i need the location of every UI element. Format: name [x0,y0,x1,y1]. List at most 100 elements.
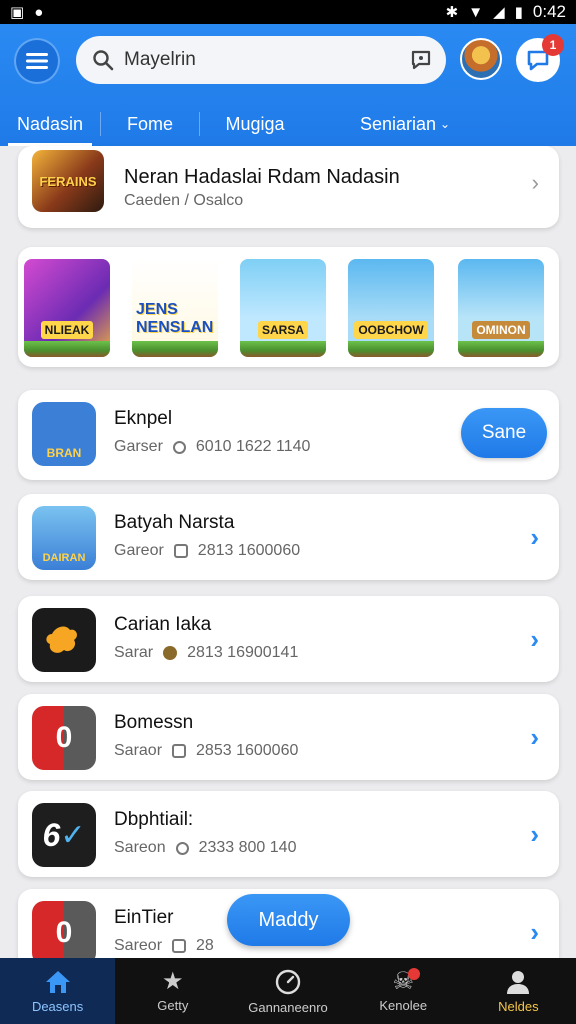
avatar[interactable] [460,38,502,80]
app-meta: Saraor 2853 1600060 [114,742,298,760]
hamburger-icon [26,53,48,69]
featured-title: Neran Hadaslai Rdam Nadasin [124,166,400,188]
bluetooth-icon: ✱ [445,3,459,21]
app-icon: DAIRAN [32,506,96,570]
app-stats: 28 [196,937,214,954]
grass-decoration [458,341,544,357]
app-stats: 2813 16900141 [187,644,299,661]
notification-dot [407,968,420,980]
tab-seniarian-label: Seniarian [359,113,436,134]
app-stats: 2813 1600060 [197,542,301,559]
nav-item-deasens[interactable]: Deasens [0,958,116,1024]
nav-label: Kenolee [379,997,428,1013]
battery-icon: ▮ [514,3,523,21]
app-meta: Garser 6010 1622 1140 [114,438,310,456]
tab-seniarian[interactable]: Seniarian ⌄ [330,102,480,146]
notification-badge: 1 [542,34,564,56]
app-icon: 0 [32,706,96,770]
search-icon [175,841,189,855]
game-thumbnail[interactable]: OMINON [458,259,544,357]
app-meta: Sareor 28 [114,937,214,955]
pin-icon: ● [34,3,44,21]
game-label: JENS NENSLAN [136,301,214,336]
tab-bar: Nadasin Fome Mugiga Seniarian ⌄ [0,102,576,146]
search-bar[interactable]: Mayelrin [76,36,446,84]
game-carousel: NLIEAK JENS NENSLAN SARSA OOBCHOW OMINON [18,247,559,367]
check-icon: ✓ [60,818,86,852]
status-time: 0:42 [532,2,566,21]
signal-icon: ◢ [493,3,505,21]
wifi-icon: ▼ [468,3,484,21]
notifications-button[interactable]: 1 [516,34,564,82]
nav-label: Getty [157,997,189,1013]
search-icon [93,50,114,71]
nav-item-kenolee[interactable]: ☠ Kenolee [346,958,461,1024]
search-icon [172,440,186,454]
chevron-right-icon[interactable]: › [530,722,539,753]
list-item[interactable]: DAIRAN Batyah Narsta Gareor 2813 1600060… [18,494,559,580]
list-item[interactable]: 0 Bomessn Saraor 2853 1600060 › [18,694,559,780]
grass-decoration [132,341,218,357]
app-header: Mayelrin 1 Nadasin Fome Mugiga Seniarian… [0,24,576,146]
tab-nadasin[interactable]: Nadasin [0,102,100,146]
chevron-right-icon[interactable]: › [530,819,539,850]
save-button[interactable]: Sane [461,408,547,458]
app-stats: 2853 1600060 [196,742,299,759]
list-item[interactable]: Carian Iaka Sarar 2813 16900141 › [18,596,559,682]
game-label: SARSA [257,321,308,339]
app-icon: 6 ✓ [32,803,96,867]
square-icon [172,939,187,953]
chat-icon[interactable] [410,49,432,71]
chevron-right-icon[interactable]: › [530,917,539,948]
bottom-nav: Deasens ★ Getty Gannaneenro ☠ Kenolee Ne… [0,958,576,1024]
app-name: Dbphtiail: [114,809,194,830]
game-thumbnail[interactable]: JENS NENSLAN [132,259,218,357]
game-thumbnail[interactable]: NLIEAK [24,259,110,357]
app-meta: Sareon 2333 800 140 [114,839,296,857]
chevron-right-icon[interactable]: › [530,522,539,553]
app-icon [32,608,96,672]
app-name: Carian Iaka [114,614,212,635]
featured-card[interactable]: FERAINS Neran Hadaslai Rdam Nadasin Caed… [18,146,559,228]
game-label: NLIEAK [40,321,94,339]
chevron-right-icon[interactable]: › [530,624,539,655]
game-label: OOBCHOW [354,321,428,339]
grass-decoration [24,341,110,357]
featured-thumbnail: FERAINS [32,150,104,212]
app-icon-glyph: 6 [42,816,61,853]
person-icon [507,970,530,994]
star-icon: ★ [162,967,184,995]
app-stats: 2333 800 140 [198,839,297,856]
floating-action-button[interactable]: Maddy [227,894,350,946]
chevron-right-icon[interactable]: › [532,170,539,196]
app-icon: BRAN [32,402,96,466]
tab-fome[interactable]: Fome [101,102,199,146]
app-icon: 0 [32,901,96,965]
chevron-down-icon: ⌄ [440,117,451,131]
app-meta: Sarar 2813 16900141 [114,644,298,662]
nav-item-getty[interactable]: ★ Getty [115,958,230,1024]
app-meta: Gareor 2813 1600060 [114,542,300,560]
nav-label: Neldes [498,998,539,1014]
tab-mugiga[interactable]: Mugiga [200,102,310,146]
app-name: EinTier [114,907,174,928]
menu-button[interactable] [14,38,60,84]
app-name: Bomessn [114,712,194,733]
list-item[interactable]: BRAN Eknpel Garser 6010 1622 1140 Sane [18,390,559,480]
app-category: Sareor [114,937,163,954]
game-thumbnail[interactable]: OOBCHOW [348,259,434,357]
game-label: OMINON [472,321,530,339]
app-category: Saraor [114,742,163,759]
app-category: Sarar [114,644,154,661]
nav-item-gannaneenro[interactable]: Gannaneenro [230,958,345,1024]
nav-label: Deasens [31,998,84,1014]
nav-item-neldes[interactable]: Neldes [461,958,576,1024]
clock-icon [275,969,301,994]
game-thumbnail[interactable]: SARSA [240,259,326,357]
list-item[interactable]: 6 ✓ Dbphtiail: Sareon 2333 800 140 › [18,791,559,877]
square-icon [173,544,188,558]
search-input[interactable]: Mayelrin [124,49,400,71]
image-icon: ▣ [10,3,25,21]
coin-icon [163,646,178,660]
square-icon [172,744,187,758]
